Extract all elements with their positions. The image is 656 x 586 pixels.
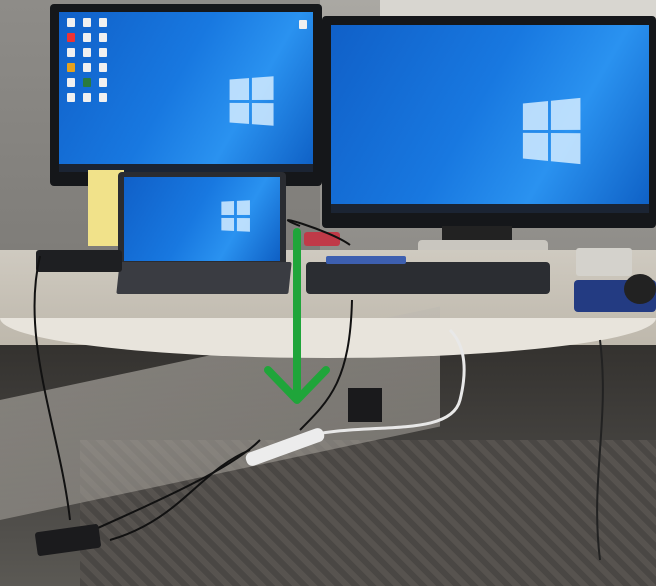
workstation-photo bbox=[0, 0, 656, 586]
cable bbox=[596, 339, 604, 561]
floor-box bbox=[348, 388, 382, 422]
cable bbox=[33, 255, 71, 521]
green-down-arrow-icon bbox=[264, 228, 330, 404]
